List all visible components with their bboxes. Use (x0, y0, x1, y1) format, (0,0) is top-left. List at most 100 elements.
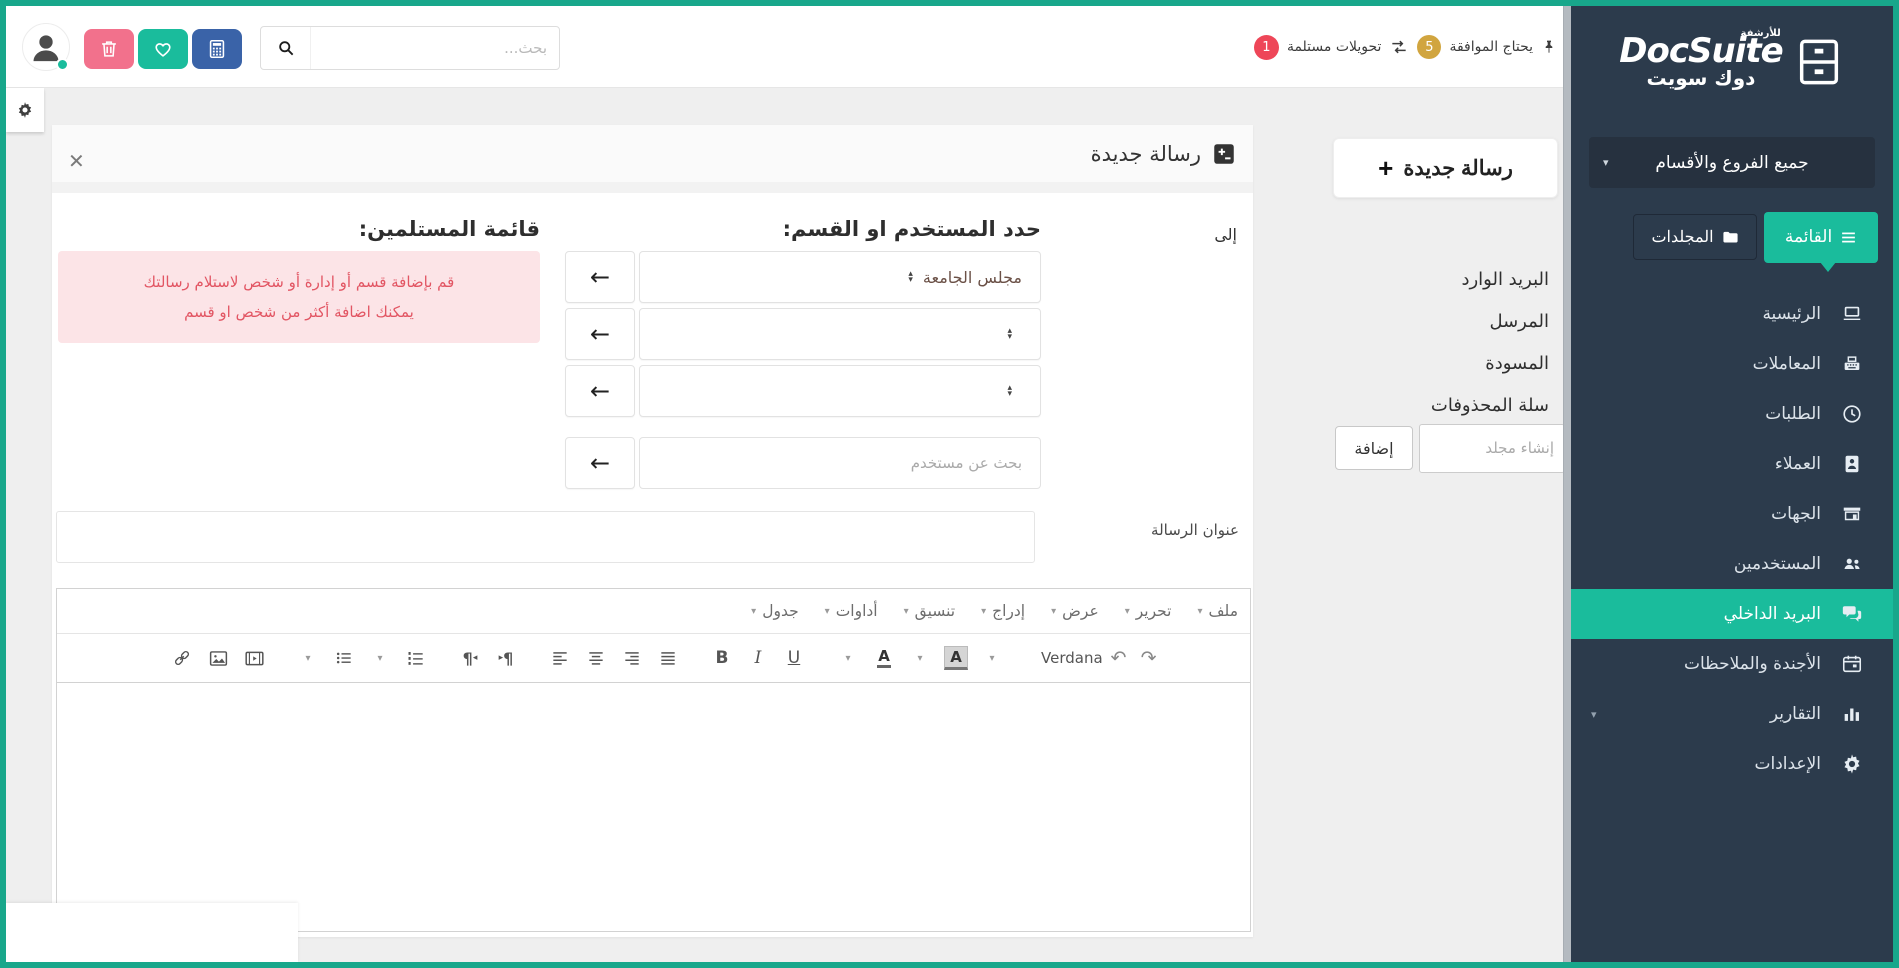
align-center-icon (586, 648, 606, 668)
background-color-button[interactable]: A (943, 642, 969, 674)
add-recipient-button-1[interactable]: ← (565, 251, 635, 303)
align-left-button[interactable] (547, 642, 573, 674)
new-folder-input[interactable] (1419, 424, 1565, 473)
paragraph-rtl-button[interactable]: ▸¶ (493, 642, 519, 674)
font-family-select[interactable]: Verdana (1041, 649, 1103, 667)
editor-canvas[interactable] (57, 683, 1250, 931)
logo-text: للأرشفة DocSuite دوك سويت (1619, 34, 1782, 90)
user-search-input[interactable] (639, 437, 1041, 489)
sidebar-item-internal-mail[interactable]: البريد الداخلي (1571, 589, 1893, 639)
online-status-dot (56, 58, 69, 71)
recipients-hint: قم بإضافة قسم أو إدارة أو شخص لاستلام رس… (58, 251, 540, 343)
add-user-button[interactable]: ← (565, 437, 635, 489)
add-folder-button[interactable]: إضافة (1335, 426, 1413, 470)
to-label: إلى (1214, 225, 1237, 244)
folder-sent[interactable]: المرسل (1286, 300, 1557, 342)
plus-icon: + (1378, 155, 1393, 181)
text-color-dropdown[interactable]: ▾ (835, 642, 861, 674)
gear-icon (1841, 753, 1863, 775)
align-right-button[interactable] (619, 642, 645, 674)
subject-input[interactable] (56, 511, 1035, 563)
folder-drafts[interactable]: المسودة (1286, 342, 1557, 384)
align-right-icon (622, 648, 642, 668)
department-select-1[interactable]: مجلس الجامعة ▴▾ (639, 251, 1041, 303)
approvals-label[interactable]: يحتاج الموافقة (1449, 39, 1533, 55)
calculator-button[interactable] (192, 29, 242, 69)
app-frame: يحتاج الموافقة 5 تحويلات مستلمة 1 + رسال… (0, 0, 1899, 968)
branches-filter-dropdown[interactable]: جميع الفروع والأقسام ▾ (1589, 137, 1875, 188)
menu-file[interactable]: ملف▾ (1197, 602, 1238, 620)
image-button[interactable] (205, 642, 231, 674)
select-row-3: ▴▾ ← (565, 365, 1041, 417)
sidebar-item-home[interactable]: الرئيسية (1571, 289, 1893, 339)
editor-toolbar: ▾ ▾ ¶◂ ▸¶ (57, 633, 1250, 683)
menu-insert[interactable]: إدراج▾ (981, 602, 1025, 620)
background-color-dropdown[interactable]: ▾ (907, 642, 933, 674)
chevron-down-icon: ▾ (1051, 606, 1056, 617)
bold-button[interactable]: B (709, 642, 735, 674)
italic-button[interactable]: I (745, 642, 771, 674)
text-color-button[interactable]: A (871, 642, 897, 674)
media-button[interactable] (241, 642, 267, 674)
menu-tools[interactable]: أداوات▾ (825, 602, 878, 620)
bullet-list-dropdown[interactable]: ▾ (295, 642, 321, 674)
chevron-down-icon: ▾ (981, 606, 986, 617)
folder-inbox[interactable]: البريد الوارد (1286, 258, 1557, 300)
bullet-list-icon (334, 648, 354, 668)
chevron-down-icon: ▾ (1197, 606, 1202, 617)
numbered-list-button[interactable] (403, 642, 429, 674)
sidebar-item-users[interactable]: المستخدمين (1571, 539, 1893, 589)
menu-edit[interactable]: تحرير▾ (1125, 602, 1172, 620)
sidebar-item-clients[interactable]: العملاء (1571, 439, 1893, 489)
sidebar-item-transactions[interactable]: المعاملات (1571, 339, 1893, 389)
sidebar-item-organizations[interactable]: الجهات (1571, 489, 1893, 539)
background-color-icon: A (944, 646, 968, 670)
align-center-button[interactable] (583, 642, 609, 674)
add-recipient-button-2[interactable]: ← (565, 308, 635, 360)
chevron-down-icon: ▾ (904, 606, 909, 617)
underline-button[interactable]: U (781, 642, 807, 674)
transfers-label[interactable]: تحويلات مستلمة (1287, 39, 1382, 55)
menu-view[interactable]: عرض▾ (1051, 602, 1099, 620)
bullet-list-button[interactable] (331, 642, 357, 674)
numbered-list-dropdown[interactable]: ▾ (367, 642, 393, 674)
close-icon[interactable]: ✕ (68, 151, 85, 171)
chevron-down-icon: ▾ (751, 606, 756, 617)
folder-trash[interactable]: سلة المحذوفات (1286, 384, 1557, 426)
transfers-icon[interactable] (1389, 37, 1409, 57)
favorites-button[interactable] (138, 29, 188, 69)
department-select-2[interactable]: ▴▾ (639, 308, 1041, 360)
cabinet-icon (1793, 36, 1845, 88)
justify-button[interactable] (655, 642, 681, 674)
compose-card: رسالة جديدة ✕ إلى حدد المستخدم او القسم:… (52, 125, 1253, 937)
sidebar-item-settings[interactable]: الإعدادات (1571, 739, 1893, 789)
menu-format[interactable]: تنسيق▾ (904, 602, 955, 620)
new-message-button[interactable]: + رسالة جديدة (1333, 138, 1558, 198)
header-divider (52, 182, 1253, 193)
trash-button[interactable] (84, 29, 134, 69)
sidebar-item-reports[interactable]: التقارير ▾ (1571, 689, 1893, 739)
chevron-down-icon: ▾ (1603, 156, 1609, 169)
sidebar-tabs: القائمة المجلدات (1571, 207, 1893, 267)
paragraph-ltr-button[interactable]: ¶◂ (457, 642, 483, 674)
department-select-3[interactable]: ▴▾ (639, 365, 1041, 417)
calculator-icon (206, 38, 228, 60)
redo-icon[interactable]: ↷ (1141, 647, 1157, 669)
tab-folders[interactable]: المجلدات (1633, 214, 1757, 260)
undo-icon[interactable]: ↶ (1111, 647, 1127, 669)
page-scrollbar[interactable] (1563, 6, 1571, 962)
pin-icon[interactable] (1541, 38, 1557, 56)
client-card-icon (1841, 453, 1863, 475)
search-input[interactable] (311, 27, 559, 69)
image-icon (208, 648, 229, 669)
search-icon-cell[interactable] (261, 27, 311, 69)
arrow-left-icon: ← (590, 449, 610, 477)
menu-table[interactable]: جدول▾ (751, 602, 799, 620)
more-formats-dropdown[interactable]: ▾ (979, 642, 1005, 674)
link-button[interactable] (169, 642, 195, 674)
settings-side-tab[interactable] (6, 88, 44, 132)
sidebar-item-requests[interactable]: الطلبات (1571, 389, 1893, 439)
sidebar-item-agenda[interactable]: الأجندة والملاحظات (1571, 639, 1893, 689)
tab-menu[interactable]: القائمة (1764, 212, 1878, 263)
add-recipient-button-3[interactable]: ← (565, 365, 635, 417)
